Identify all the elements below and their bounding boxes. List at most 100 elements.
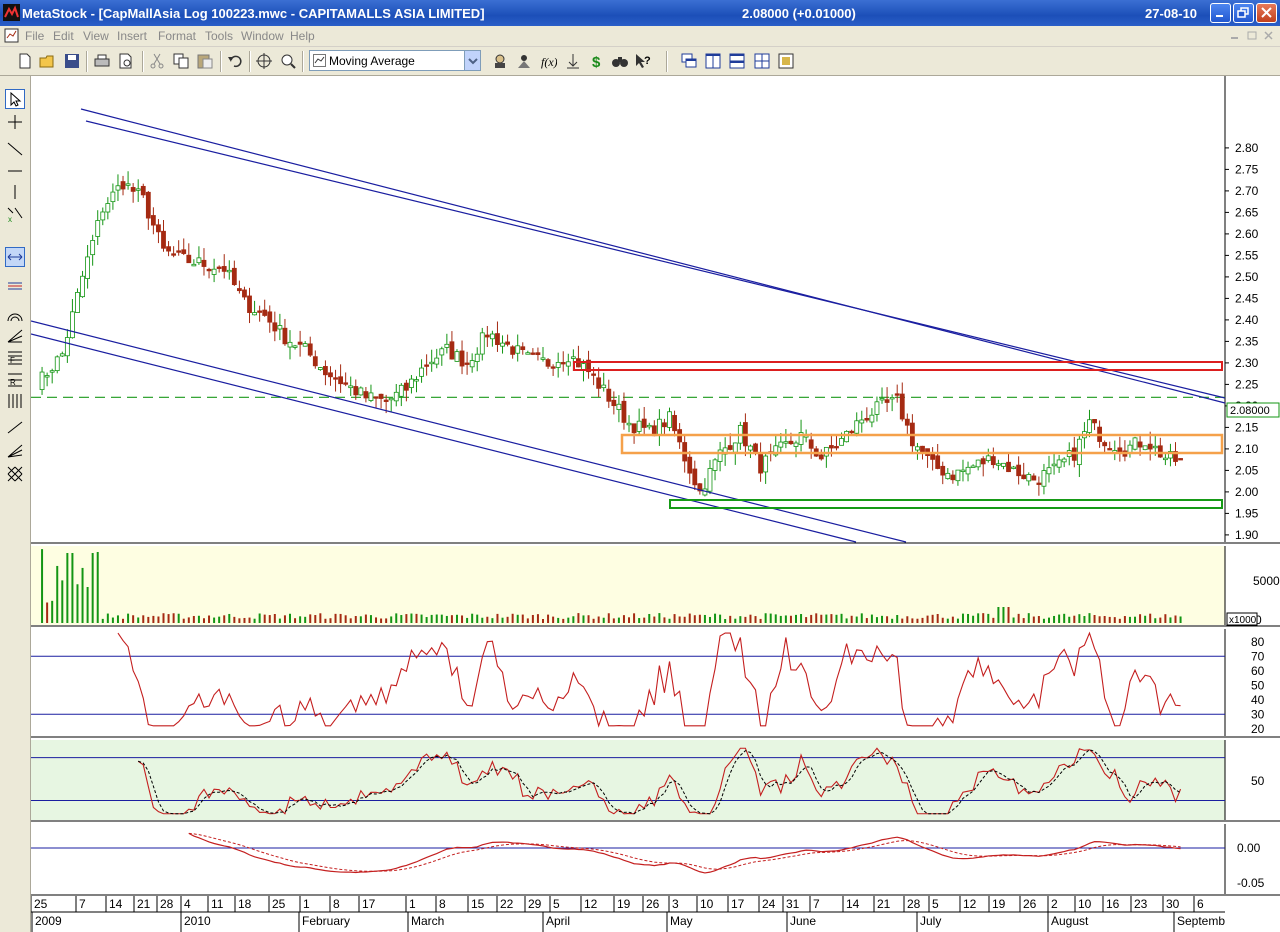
- menu-format[interactable]: Format: [158, 29, 196, 43]
- candle-body: [980, 458, 986, 465]
- candle-body: [1137, 441, 1143, 448]
- date-month-label: May: [670, 914, 693, 928]
- indicator-dropdown-button[interactable]: [464, 51, 480, 70]
- date-day-label: 29: [528, 897, 542, 911]
- binoculars-icon[interactable]: [611, 52, 629, 70]
- candle-body: [1087, 419, 1092, 433]
- price-axis-label: 2.65: [1235, 205, 1259, 219]
- explorer-icon[interactable]: [515, 52, 533, 70]
- undo-icon[interactable]: [226, 52, 244, 70]
- candle-body: [829, 445, 834, 449]
- grid-tool-icon[interactable]: [5, 464, 25, 484]
- linear-regression-tool-icon[interactable]: [5, 418, 25, 438]
- fibonacci-fan-tool-icon[interactable]: R: [5, 370, 25, 390]
- macd-background: [31, 824, 1225, 894]
- channel-tool-button[interactable]: [5, 247, 25, 267]
- rsi-background: [31, 629, 1225, 736]
- minimize-button[interactable]: [1210, 3, 1231, 23]
- candle-body: [176, 250, 182, 253]
- zoom-icon[interactable]: [279, 52, 297, 70]
- candle-body: [277, 325, 283, 330]
- candle-body: [555, 361, 561, 368]
- symbol-tool-icon[interactable]: x: [5, 204, 25, 224]
- candle-body: [550, 366, 556, 369]
- trendline-tool-icon[interactable]: [5, 139, 25, 159]
- paste-icon[interactable]: [196, 52, 214, 70]
- menu-help[interactable]: Help: [290, 29, 315, 43]
- print-preview-icon[interactable]: [117, 52, 135, 70]
- last-price-label: 2.08000: [1230, 405, 1270, 417]
- candle-body: [489, 333, 495, 340]
- candle-body: [464, 362, 470, 365]
- toolbar-separator: [666, 51, 668, 72]
- date-day-label: 1: [409, 897, 416, 911]
- menu-insert[interactable]: Insert: [117, 29, 147, 43]
- tile-grid-icon[interactable]: [753, 52, 771, 70]
- copy-icon[interactable]: [172, 52, 190, 70]
- mdi-close-icon[interactable]: [1262, 29, 1276, 42]
- mdi-restore-icon[interactable]: [1245, 29, 1259, 42]
- candle-body: [990, 456, 996, 466]
- menu-view[interactable]: View: [83, 29, 109, 43]
- candle-body: [302, 343, 308, 347]
- candle-body: [409, 378, 414, 388]
- candle-body: [844, 430, 849, 443]
- candle-body: [459, 350, 465, 367]
- cascade-windows-icon[interactable]: [680, 52, 698, 70]
- mdi-minimize-icon[interactable]: [1228, 29, 1242, 42]
- candle-body: [717, 449, 723, 462]
- gann-fan-tool-icon[interactable]: [5, 326, 25, 346]
- candle-body: [1162, 457, 1168, 461]
- raff-channel-tool-icon[interactable]: [5, 276, 25, 296]
- vertical-line-tool-icon[interactable]: [5, 182, 25, 202]
- menu-tools[interactable]: Tools: [205, 29, 233, 43]
- indicator-select[interactable]: Moving Average: [309, 50, 481, 71]
- menu-window[interactable]: Window: [241, 29, 284, 43]
- expert-advisor-icon[interactable]: [491, 52, 509, 70]
- chart-area[interactable]: 2.80 2.75 2.70 2.65 2.60 2.55 2.50 2.45 2.40 2.35…: [31, 76, 1280, 932]
- volume-background: [31, 546, 1225, 625]
- crosshair-icon[interactable]: [255, 52, 273, 70]
- candle-body: [353, 386, 359, 396]
- cut-icon[interactable]: [148, 52, 166, 70]
- candle-body: [363, 391, 369, 399]
- arrows-horizontal-icon: [7, 253, 23, 261]
- menu-edit[interactable]: Edit: [53, 29, 74, 43]
- price-axis-label: 2.15: [1235, 420, 1259, 434]
- open-folder-icon[interactable]: [39, 52, 57, 70]
- tile-vertical-icon[interactable]: [704, 52, 722, 70]
- close-icon: [1261, 7, 1272, 18]
- crosshair-tool-icon[interactable]: [5, 112, 25, 132]
- system-tester-icon[interactable]: [564, 52, 582, 70]
- horizontal-line-tool-icon[interactable]: [5, 161, 25, 181]
- candle-body: [520, 346, 526, 350]
- arrange-icons-icon[interactable]: [777, 52, 795, 70]
- cycle-lines-tool-icon[interactable]: [5, 391, 25, 411]
- fibonacci-arcs-tool-icon[interactable]: [5, 305, 25, 325]
- select-pointer-button[interactable]: [5, 89, 25, 109]
- tile-horizontal-icon[interactable]: [728, 52, 746, 70]
- formula-icon[interactable]: f(x): [539, 52, 557, 70]
- andrews-pitchfork-tool-icon[interactable]: [5, 441, 25, 461]
- menu-file[interactable]: File: [25, 29, 44, 43]
- candle-body: [231, 267, 237, 286]
- candle-body: [338, 376, 344, 385]
- date-day-label: 7: [79, 897, 86, 911]
- print-icon[interactable]: [93, 52, 111, 70]
- candle-body: [150, 215, 156, 226]
- candle-body: [80, 275, 85, 298]
- price-pane: 2.80 2.75 2.70 2.65 2.60 2.55 2.50 2.45 2.40 2.35…: [31, 76, 1280, 544]
- candle-body: [692, 468, 698, 486]
- context-help-icon[interactable]: ?: [634, 52, 652, 70]
- close-button[interactable]: [1256, 3, 1277, 23]
- price-axis-label: 1.90: [1235, 528, 1259, 542]
- candle-body: [540, 357, 546, 360]
- candle-body: [444, 343, 450, 348]
- metastock-logo-icon: [3, 4, 20, 21]
- candle-body: [854, 420, 860, 434]
- new-chart-icon[interactable]: [16, 52, 34, 70]
- save-icon[interactable]: [63, 52, 81, 70]
- fibonacci-retracement-tool-icon[interactable]: F: [5, 348, 25, 368]
- dollar-icon[interactable]: $: [588, 52, 606, 70]
- restore-button[interactable]: [1233, 3, 1254, 23]
